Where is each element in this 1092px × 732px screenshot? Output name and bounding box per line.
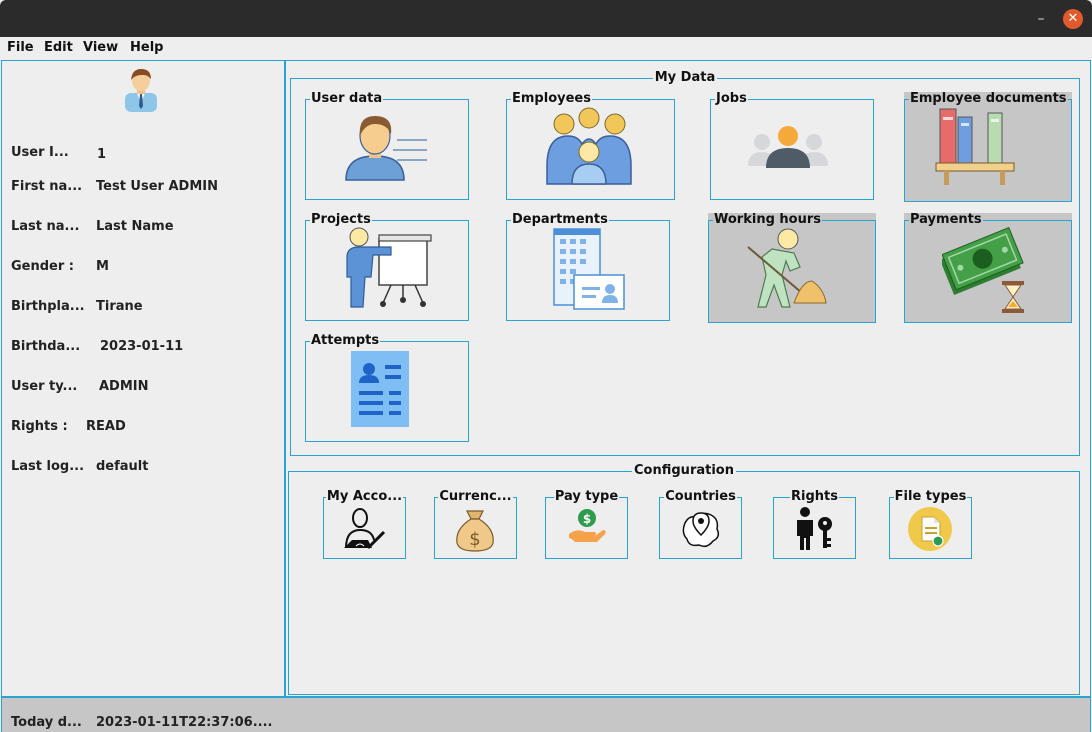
menu-edit[interactable]: Edit <box>44 40 73 55</box>
gender-label: Gender : <box>11 259 75 274</box>
first-name-value: Test User ADMIN <box>96 179 218 194</box>
tile-working-hours-label: Working hours <box>713 212 822 227</box>
money-hourglass-icon <box>942 227 1024 313</box>
jobs-team-icon <box>748 126 828 168</box>
menu-view[interactable]: View <box>83 40 118 55</box>
tile-employees-label: Employees <box>511 91 592 106</box>
close-button[interactable]: ✕ <box>1063 9 1083 29</box>
main-panel: My Data User data Employees Jobs Employe… <box>285 60 1091 697</box>
last-login-label: Last log... <box>11 459 85 474</box>
user-info-panel: User I... 1 First na... Test User ADMIN … <box>1 60 285 697</box>
birthplace-value: Tirane <box>96 299 143 314</box>
minimize-button[interactable]: – <box>1034 11 1048 27</box>
employees-icon <box>546 107 632 185</box>
last-login-value: default <box>96 459 149 474</box>
tile-currency[interactable]: Currenc... $ <box>434 489 517 559</box>
file-types-icon <box>908 507 952 551</box>
birthplace-label: Birthpla... <box>11 299 85 314</box>
today-date-value: 2023-01-11T22:37:06.... <box>96 715 273 730</box>
gender-value: M <box>96 259 109 274</box>
birthday-value: 2023-01-11 <box>100 339 184 354</box>
tile-rights[interactable]: Rights <box>773 489 856 559</box>
tile-attempts-label: Attempts <box>310 333 381 348</box>
menu-help[interactable]: Help <box>130 40 163 55</box>
status-bar: Today d... 2023-01-11T22:37:06.... <box>1 697 1091 732</box>
birthday-label: Birthda... <box>11 339 81 354</box>
id-document-icon <box>351 351 409 427</box>
menu-file[interactable]: File <box>7 40 34 55</box>
rights-value: READ <box>86 419 126 434</box>
presentation-board-icon <box>346 227 432 308</box>
documents-bookshelf-icon <box>935 108 1015 185</box>
tile-pay-type[interactable]: Pay type $ <box>545 489 628 559</box>
user-profile-icon <box>345 116 427 181</box>
last-name-label: Last na... <box>11 219 80 234</box>
menu-bar: File Edit View Help <box>0 37 1092 59</box>
tile-jobs[interactable]: Jobs <box>710 92 874 200</box>
tile-employees[interactable]: Employees <box>506 92 675 200</box>
tile-jobs-label: Jobs <box>715 91 748 106</box>
today-date-label: Today d... <box>11 715 82 730</box>
tile-rights-label: Rights <box>790 489 839 504</box>
user-id-label: User I... <box>11 145 69 160</box>
svg-text:$: $ <box>583 512 591 526</box>
tile-payments-label: Payments <box>909 212 983 227</box>
payment-hand-icon: $ <box>569 509 606 542</box>
tile-attempts[interactable]: Attempts <box>305 334 469 442</box>
worker-shoveling-icon <box>747 228 827 308</box>
tile-employee-documents-label: Employee documents <box>909 91 1068 106</box>
country-map-pin-icon <box>682 512 720 548</box>
tile-my-account[interactable]: My Acco... <box>323 489 406 559</box>
first-name-label: First na... <box>11 179 83 194</box>
tile-file-types-label: File types <box>893 489 968 504</box>
tile-pay-type-label: Pay type <box>553 489 620 504</box>
person-key-icon <box>797 507 832 550</box>
user-avatar-icon <box>125 69 157 112</box>
tile-departments-label: Departments <box>511 212 609 227</box>
account-signature-icon <box>344 508 386 550</box>
user-type-label: User ty... <box>11 379 78 394</box>
tile-payments[interactable]: Payments <box>904 213 1072 323</box>
configuration-title: Configuration <box>632 463 736 478</box>
office-building-icon <box>553 228 625 310</box>
tile-my-account-label: My Acco... <box>325 489 404 504</box>
tile-employee-documents[interactable]: Employee documents <box>904 92 1072 202</box>
tile-projects[interactable]: Projects <box>305 213 469 321</box>
tile-user-data-label: User data <box>310 91 384 106</box>
money-bag-icon: $ <box>456 510 494 552</box>
tile-user-data[interactable]: User data <box>305 92 469 200</box>
svg-text:$: $ <box>469 529 480 550</box>
user-type-value: ADMIN <box>99 379 149 394</box>
tile-countries-label: Countries <box>664 489 737 504</box>
window-titlebar: – ✕ <box>0 0 1092 37</box>
last-name-value: Last Name <box>96 219 174 234</box>
tile-working-hours[interactable]: Working hours <box>708 213 876 323</box>
tile-projects-label: Projects <box>310 212 372 227</box>
my-data-title: My Data <box>652 70 718 85</box>
user-id-value: 1 <box>97 147 107 162</box>
tile-currency-label: Currenc... <box>438 489 513 504</box>
tile-departments[interactable]: Departments <box>506 213 670 321</box>
rights-label: Rights : <box>11 419 68 434</box>
tile-countries[interactable]: Countries <box>659 489 742 559</box>
tile-file-types[interactable]: File types <box>889 489 972 559</box>
